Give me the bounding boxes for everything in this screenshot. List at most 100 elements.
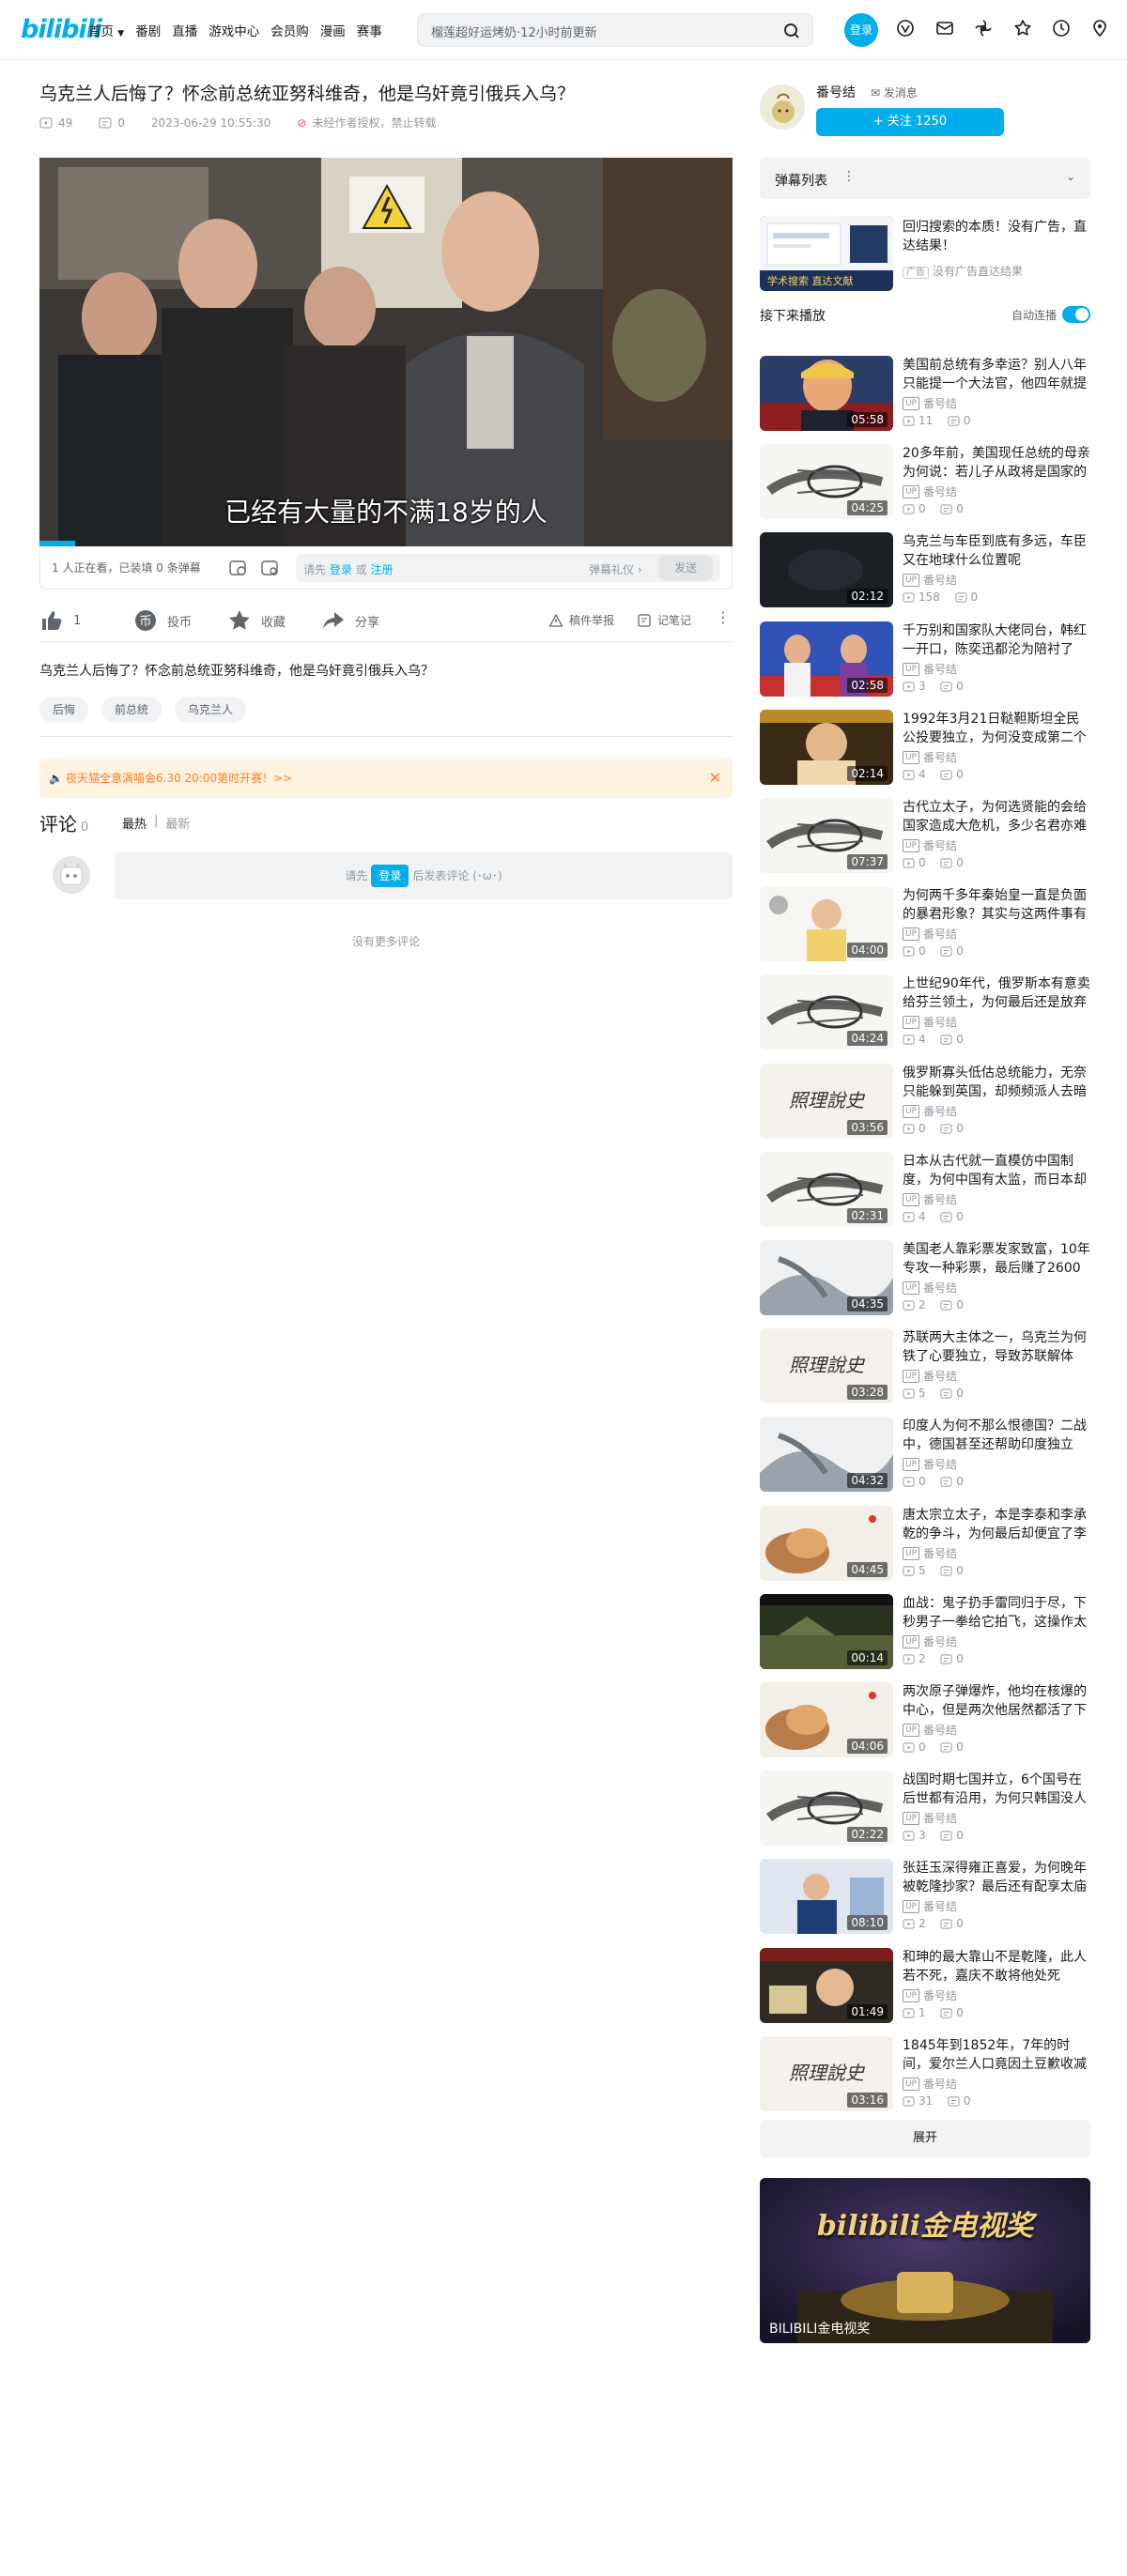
history-icon[interactable] (1051, 18, 1072, 38)
recommend-title[interactable]: 千万别和国家队大佬同台，韩红一开口，陈奕迅都沦为陪衬了 (903, 621, 1090, 659)
recommend-uploader[interactable]: UP 番号结 (903, 1987, 957, 2003)
message-icon[interactable] (934, 18, 955, 38)
autoplay-control[interactable]: 自动连播 (1011, 306, 1090, 323)
recommend-title[interactable]: 俄罗斯寡头低估总统能力，无奈只能躲到英国，却频频派人去暗杀 (903, 1064, 1090, 1101)
recommend-thumbnail[interactable]: 02:22 (760, 1771, 893, 1846)
recommend-uploader[interactable]: UP 番号结 (903, 1280, 957, 1296)
recommend-thumbnail[interactable]: 05:58 (760, 356, 893, 431)
recommend-thumbnail[interactable]: 04:06 (760, 1682, 893, 1757)
search-input[interactable]: 榴莲超好运烤奶·12小时前更新 (431, 23, 597, 40)
recommend-thumbnail[interactable]: 04:45 (760, 1506, 893, 1581)
video-player[interactable]: 已经有大量的不满18岁的人 (39, 158, 733, 546)
recommend-title[interactable]: 乌克兰与车臣到底有多远，车臣又在地球什么位置呢 (903, 532, 1090, 570)
uploader-name[interactable]: 番号结 (816, 83, 856, 101)
recommend-uploader[interactable]: UP 番号结 (903, 1722, 957, 1738)
recommend-title[interactable]: 为何两千多年秦始皇一直是负面的暴君形象？其实与这两件事有关 (903, 886, 1090, 924)
note-button[interactable]: 记笔记 (637, 612, 691, 628)
sort-new[interactable]: 最新 (165, 814, 190, 832)
nav-mall[interactable]: 会员购 (270, 21, 309, 39)
notice-banner[interactable]: 🔈 夜天猫全意满喵会6.30 20:00第时开赛！>> ✕ (39, 759, 733, 798)
share-button[interactable]: 分享 (321, 608, 379, 633)
recommend-item[interactable]: 02:14 1992年3月21日鞑靼斯坦全民公投要独立，为何没变成第二个车臣？ UP… (760, 710, 1090, 787)
recommend-thumbnail[interactable]: 02:14 (760, 710, 893, 785)
creation-icon[interactable] (1089, 18, 1110, 38)
search-box[interactable]: 榴莲超好运烤奶·12小时前更新 (417, 13, 813, 47)
more-options-icon[interactable]: ⋮ (716, 608, 731, 626)
recommend-uploader[interactable]: UP 番号结 (903, 749, 957, 765)
recommend-thumbnail[interactable]: 照理說史 03:56 (760, 1064, 893, 1139)
recommend-thumbnail[interactable]: 04:32 (760, 1417, 893, 1492)
recommend-item[interactable]: 02:58 千万别和国家队大佬同台，韩红一开口，陈奕迅都沦为陪衬了 UP 番号结 3 0 (760, 621, 1090, 698)
recommend-thumbnail[interactable]: 08:10 (760, 1859, 893, 1934)
recommend-title[interactable]: 印度人为何不那么恨德国？二战中，德国甚至还帮助印度独立 (903, 1417, 1090, 1454)
recommend-item[interactable]: 02:31 日本从古代就一直模仿中国制度，为何中国有太监，而日本却没有 UP番号结 4… (760, 1152, 1090, 1229)
nav-live[interactable]: 直播 (172, 21, 197, 39)
recommend-uploader[interactable]: UP 番号结 (903, 395, 957, 411)
recommend-title[interactable]: 血战：鬼子扔手雷同归于尽，下秒男子一拳给它拍飞，这操作太帅 (903, 1594, 1090, 1632)
favorites-icon[interactable] (1012, 18, 1033, 38)
recommend-uploader[interactable]: UP 番号结 (903, 1898, 957, 1914)
coin-button[interactable]: 币 投币 (133, 608, 192, 633)
recommend-uploader[interactable]: UP 番号结 (903, 1633, 957, 1649)
nav-anime[interactable]: 番剧 (135, 21, 161, 39)
recommend-item[interactable]: 04:00 为何两千多年秦始皇一直是负面的暴君形象？其实与这两件事有关 UP番号结 0… (760, 886, 1090, 963)
danmaku-list-panel[interactable]: 弹幕列表 ⋮ ⌄ (760, 158, 1090, 199)
recommend-item[interactable]: 02:22 战国时期七国并立，6个国号在后世都有沿用，为何只韩国没人用？ UP番号结… (760, 1771, 1090, 1848)
recommend-title[interactable]: 1845年到1852年，7年的时间，爱尔兰人口竟因土豆歉收减少了四分之一 (903, 2036, 1090, 2074)
comment-input[interactable]: 请先 登录 后发表评论 (･ω･) (115, 852, 733, 899)
recommend-thumbnail[interactable]: 07:37 (760, 798, 893, 873)
recommend-item[interactable]: 04:35 美国老人靠彩票发家致富，10年专攻一种彩票，最后赚了2600万 UP番号… (760, 1240, 1090, 1317)
report-button[interactable]: 稿件举报 (548, 612, 614, 628)
recommend-item[interactable]: 04:06 两次原子弹爆炸，他均在核爆的中心，但是两次他居然都活了下来 UP番号结 0… (760, 1682, 1090, 1759)
recommend-uploader[interactable]: UP 番号结 (903, 1810, 957, 1826)
favorite-button[interactable]: 收藏 (227, 608, 286, 633)
recommend-title[interactable]: 苏联两大主体之一，乌克兰为何铁了心要独立，导致苏联解体 (903, 1328, 1090, 1366)
ad-card[interactable]: 学术搜索 直达文献 回归搜索的本质！没有广告，直达结果！ 广告 没有广告直达结果 (760, 216, 1090, 293)
recommend-uploader[interactable]: UP 番号结 (903, 1014, 957, 1030)
recommend-title[interactable]: 上世纪90年代，俄罗斯本有意卖给芬兰领土，为何最后还是放弃了 (903, 974, 1090, 1012)
recommend-thumbnail[interactable]: 照理說史 03:28 (760, 1328, 893, 1403)
danmaku-settings-icon[interactable] (260, 559, 279, 577)
recommend-item[interactable]: 01:49 和珅的最大靠山不是乾隆，此人若不死，嘉庆不敢将他处死 UP 番号结 1 0 (760, 1948, 1090, 2025)
recommend-thumbnail[interactable]: 04:24 (760, 974, 893, 1050)
recommend-thumbnail[interactable]: 04:25 (760, 444, 893, 519)
recommend-thumbnail[interactable]: 02:12 (760, 532, 893, 607)
recommend-uploader[interactable]: UP 番号结 (903, 837, 957, 853)
expand-button[interactable]: 展开 (760, 2120, 1090, 2157)
recommend-uploader[interactable]: UP 番号结 (903, 1456, 957, 1472)
recommend-item[interactable]: 02:12 乌克兰与车臣到底有多远，车臣又在地球什么位置呢 UP 番号结 158 0 (760, 532, 1090, 609)
search-icon[interactable] (780, 20, 803, 42)
promo-banner[interactable]: bilibili金电视奖 BILIBILI金电视奖 (760, 2178, 1090, 2343)
recommend-item[interactable]: 照理說史 03:28 苏联两大主体之一，乌克兰为何铁了心要独立，导致苏联解体 UP 番号… (760, 1328, 1090, 1405)
tag-item[interactable]: 乌克兰人 (175, 697, 247, 723)
recommend-uploader[interactable]: UP 番号结 (903, 926, 957, 942)
danmaku-input[interactable]: 请先 登录 或 注册 弹幕礼仪 › 发送 (296, 554, 720, 582)
send-danmaku-button[interactable]: 发送 (658, 556, 713, 580)
nav-match[interactable]: 赛事 (357, 21, 382, 39)
recommend-title[interactable]: 20多年前，美国现任总统的母亲为何说：若儿子从政将是国家的灾难 (903, 444, 1090, 482)
nav-game[interactable]: 游戏中心 (208, 21, 259, 39)
danmaku-login-link[interactable]: 登录 (330, 563, 352, 576)
recommend-thumbnail[interactable]: 02:31 (760, 1152, 893, 1227)
recommend-uploader[interactable]: UP 番号结 (903, 1103, 957, 1119)
recommend-uploader[interactable]: UP 番号结 (903, 1368, 957, 1384)
recommend-title[interactable]: 和珅的最大靠山不是乾隆，此人若不死，嘉庆不敢将他处死 (903, 1948, 1090, 1986)
recommend-uploader[interactable]: UP 番号结 (903, 2076, 957, 2092)
recommend-item[interactable]: 00:14 血战：鬼子扔手雷同归于尽，下秒男子一拳给它拍飞，这操作太帅UP番号结 2… (760, 1594, 1090, 1671)
recommend-item[interactable]: 04:25 20多年前，美国现任总统的母亲为何说：若儿子从政将是国家的灾难UP番号… (760, 444, 1090, 521)
danmaku-register-link[interactable]: 注册 (371, 563, 394, 576)
recommend-title[interactable]: 日本从古代就一直模仿中国制度，为何中国有太监，而日本却没有 (903, 1152, 1090, 1189)
recommend-item[interactable]: 04:45 唐太宗立太子，本是李泰和李承乾的争斗，为何最后却便宜了李治 UP番号结 5… (760, 1506, 1090, 1583)
recommend-thumbnail[interactable]: 01:49 (760, 1948, 893, 2023)
tag-item[interactable]: 前总统 (101, 697, 162, 723)
nav-home[interactable]: 首页 ▼ (88, 21, 124, 39)
close-icon[interactable]: ✕ (709, 759, 721, 798)
recommend-item[interactable]: 04:32 印度人为何不那么恨德国？二战中，德国甚至还帮助印度独立 UP 番号结 0 0 (760, 1417, 1090, 1494)
recommend-title[interactable]: 美国前总统有多幸运？别人八年只能提一个大法官，他四年就提了三个 (903, 356, 1090, 393)
recommend-thumbnail[interactable]: 04:35 (760, 1240, 893, 1315)
recommend-uploader[interactable]: UP 番号结 (903, 1191, 957, 1207)
dynamic-icon[interactable] (973, 18, 994, 38)
recommend-title[interactable]: 两次原子弹爆炸，他均在核爆的中心，但是两次他居然都活了下来 (903, 1682, 1090, 1720)
recommend-item[interactable]: 04:24 上世纪90年代，俄罗斯本有意卖给芬兰领土，为何最后还是放弃了 UP番号结… (760, 974, 1090, 1051)
recommend-item[interactable]: 08:10 张廷玉深得雍正喜爱，为何晚年被乾隆抄家？最后还有配享太庙吗 UP番号结 2… (760, 1859, 1090, 1936)
